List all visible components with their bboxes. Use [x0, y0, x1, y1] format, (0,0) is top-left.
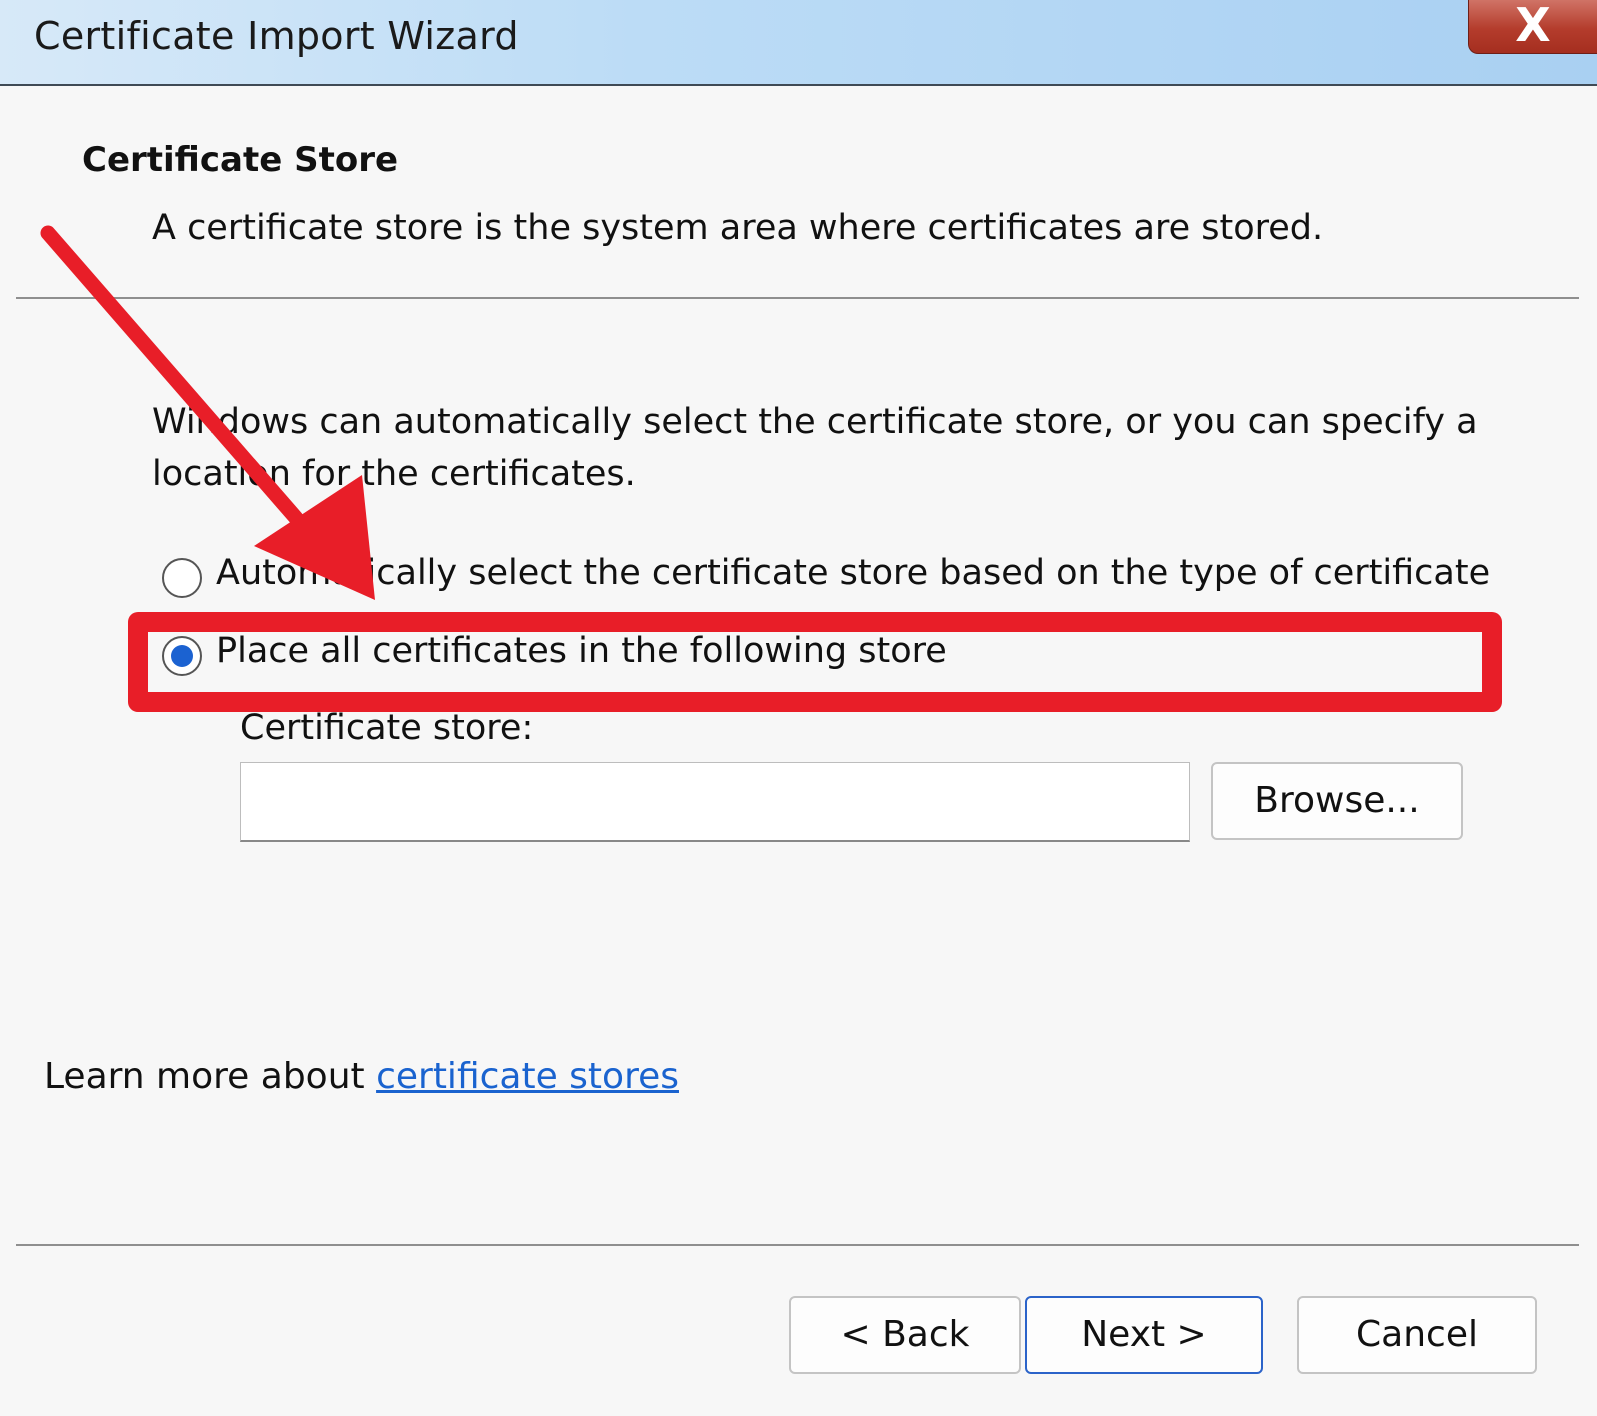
certificate-store-label: Certificate store:	[240, 708, 534, 748]
close-button[interactable]: X	[1468, 0, 1597, 54]
browse-button[interactable]: Browse...	[1211, 762, 1463, 840]
certificate-store-input[interactable]	[240, 762, 1190, 842]
place-all-label[interactable]: Place all certificates in the following …	[216, 631, 947, 671]
learn-more-prefix: Learn more about	[44, 1056, 377, 1097]
footer-divider	[16, 1244, 1579, 1246]
auto-select-label[interactable]: Automatically select the certificate sto…	[216, 553, 1490, 593]
store-description: Windows can automatically select the cer…	[152, 402, 1478, 494]
close-icon: X	[1515, 0, 1551, 52]
certificate-import-wizard-window: Certificate Import Wizard X Certificate …	[0, 0, 1597, 1416]
page-heading: Certificate Store	[82, 140, 399, 180]
cancel-button[interactable]: Cancel	[1297, 1296, 1537, 1374]
certificate-stores-link[interactable]: certificate stores	[376, 1056, 679, 1097]
page-subheading: A certificate store is the system area w…	[152, 208, 1324, 248]
window-title: Certificate Import Wizard	[34, 14, 519, 58]
place-all-radio[interactable]	[162, 636, 202, 676]
title-bar: Certificate Import Wizard X	[0, 0, 1597, 86]
learn-more-text: Learn more about certificate stores	[44, 1056, 679, 1097]
header-divider	[16, 297, 1579, 299]
back-button[interactable]: < Back	[789, 1296, 1021, 1374]
next-button[interactable]: Next >	[1025, 1296, 1263, 1374]
auto-select-radio[interactable]	[162, 558, 202, 598]
